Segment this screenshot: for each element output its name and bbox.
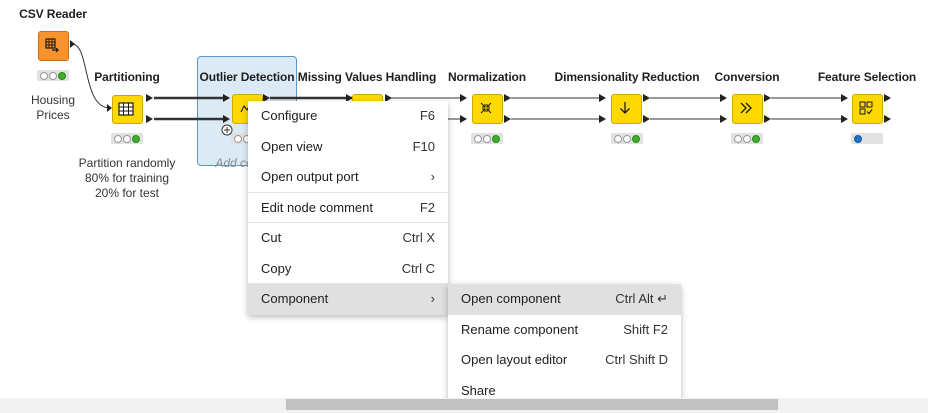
status-feature-selection: [851, 133, 883, 144]
menu-item-open-output-port[interactable]: Open output port ›: [248, 162, 448, 193]
port-fs-in1: [841, 94, 848, 102]
scrollbar-thumb[interactable]: [286, 399, 778, 410]
menu-item-component[interactable]: Component ›: [248, 284, 448, 315]
node-csv-reader[interactable]: [38, 31, 69, 61]
workflow-canvas[interactable]: CSV Reader Housing Prices Partitioning P…: [0, 0, 928, 413]
status-partitioning: [111, 133, 143, 144]
node-conversion[interactable]: [732, 94, 763, 124]
port-norm-in2: [460, 115, 467, 123]
node-title-feature-selection[interactable]: Feature Selection: [818, 70, 916, 84]
grid-icon: [118, 102, 134, 116]
port-csv-out: [70, 40, 75, 48]
port-dim-out2: [643, 115, 650, 123]
status-normalization: [471, 133, 503, 144]
context-menu: Configure F6 Open view F10 Open output por…: [248, 101, 448, 315]
compress-arrows-icon: [480, 102, 492, 114]
status-conversion: [731, 133, 763, 144]
port-dim-in2: [599, 115, 606, 123]
horizontal-scrollbar[interactable]: [0, 398, 928, 413]
node-title-dim-reduction[interactable]: Dimensionality Reduction: [555, 70, 700, 84]
feature-grid-icon: [859, 101, 873, 115]
menu-item-edit-node-comment[interactable]: Edit node comment F2: [248, 193, 448, 223]
node-title-outlier-detection[interactable]: Outlier Detection: [200, 70, 295, 84]
node-partitioning[interactable]: [112, 95, 143, 124]
port-part-out1: [146, 94, 153, 102]
node-title-missing-values[interactable]: Missing Values Handling: [298, 70, 437, 84]
arrow-down-icon: [620, 102, 630, 114]
caption-partitioning: Partition randomly 80% for training 20% …: [78, 156, 176, 200]
port-outlier-in1: [223, 94, 230, 102]
menu-item-cut[interactable]: Cut Ctrl X: [248, 223, 448, 254]
status-csv-reader: [37, 70, 69, 81]
node-title-csv-reader[interactable]: CSV Reader: [19, 7, 87, 21]
port-part-out2: [146, 115, 153, 123]
caption-csv-reader: Housing Prices: [30, 93, 76, 122]
menu-item-configure[interactable]: Configure F6: [248, 101, 448, 132]
chevron-right-icon: ›: [430, 291, 435, 306]
port-norm-out2: [504, 115, 511, 123]
port-fs-out1: [884, 94, 891, 102]
submenu-item-open-component[interactable]: Open component Ctrl Alt ↵: [448, 284, 681, 315]
port-dim-in1: [599, 94, 606, 102]
port-fs-out2: [884, 115, 891, 123]
status-outlier-detection: [231, 133, 251, 144]
node-dim-reduction[interactable]: [611, 94, 642, 124]
port-conv-in2: [720, 115, 727, 123]
port-fs-in2: [841, 115, 848, 123]
status-dim-reduction: [611, 133, 643, 144]
node-title-conversion[interactable]: Conversion: [714, 70, 779, 84]
submenu-item-rename-component[interactable]: Rename component Shift F2: [448, 315, 681, 346]
node-feature-selection[interactable]: [852, 94, 883, 124]
menu-item-open-view[interactable]: Open view F10: [248, 132, 448, 163]
component-submenu: Open component Ctrl Alt ↵ Rename componen…: [448, 284, 681, 406]
node-title-partitioning[interactable]: Partitioning: [94, 70, 160, 84]
port-conv-out1: [764, 94, 771, 102]
port-outlier-in2: [223, 115, 230, 123]
port-norm-out1: [504, 94, 511, 102]
node-normalization[interactable]: [472, 94, 503, 124]
table-arrow-icon: [45, 38, 59, 53]
submenu-item-open-layout-editor[interactable]: Open layout editor Ctrl Shift D: [448, 345, 681, 376]
menu-item-copy[interactable]: Copy Ctrl C: [248, 254, 448, 284]
double-chevron-icon: [740, 102, 752, 114]
port-conv-in1: [720, 94, 727, 102]
port-conv-out2: [764, 115, 771, 123]
chevron-right-icon: ›: [430, 169, 435, 184]
port-norm-in1: [460, 94, 467, 102]
port-dim-out1: [643, 94, 650, 102]
node-title-normalization[interactable]: Normalization: [448, 70, 526, 84]
